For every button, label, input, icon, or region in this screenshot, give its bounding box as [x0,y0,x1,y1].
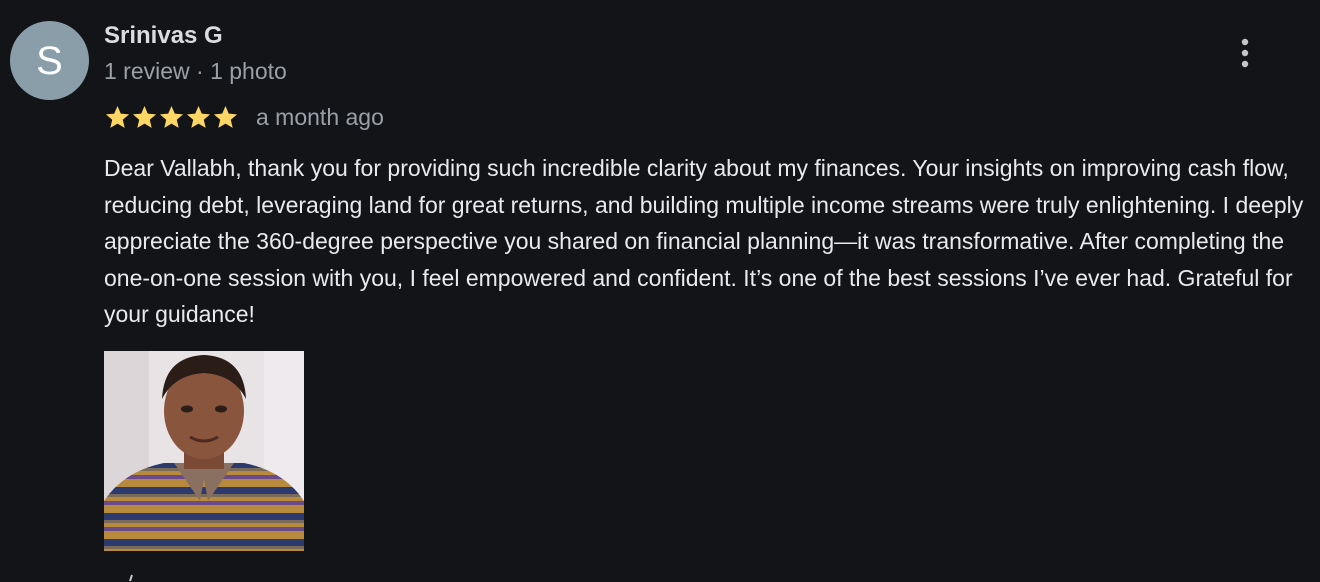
more-options-button[interactable] [1226,34,1264,72]
star-icon [159,105,184,128]
more-vertical-icon [1241,38,1249,68]
star-icon [105,105,130,128]
review-card: S Srinivas G 1 review · 1 photo a month … [0,0,1320,582]
star-icon [213,105,238,128]
avatar[interactable]: S [10,21,89,100]
rating-row: a month ago [104,102,384,132]
star-rating [104,104,239,131]
thumb-up-icon[interactable] [118,572,142,582]
avatar-initial: S [36,38,63,83]
reviewer-meta[interactable]: 1 review · 1 photo [104,58,287,85]
review-photo[interactable] [104,351,304,551]
star-icon [186,105,211,128]
star-icon [132,105,157,128]
review-text: Dear Vallabh, thank you for providing su… [104,155,1304,327]
reviewer-name[interactable]: Srinivas G [104,22,223,50]
review-photo-image [104,351,304,551]
review-date: a month ago [256,103,384,130]
